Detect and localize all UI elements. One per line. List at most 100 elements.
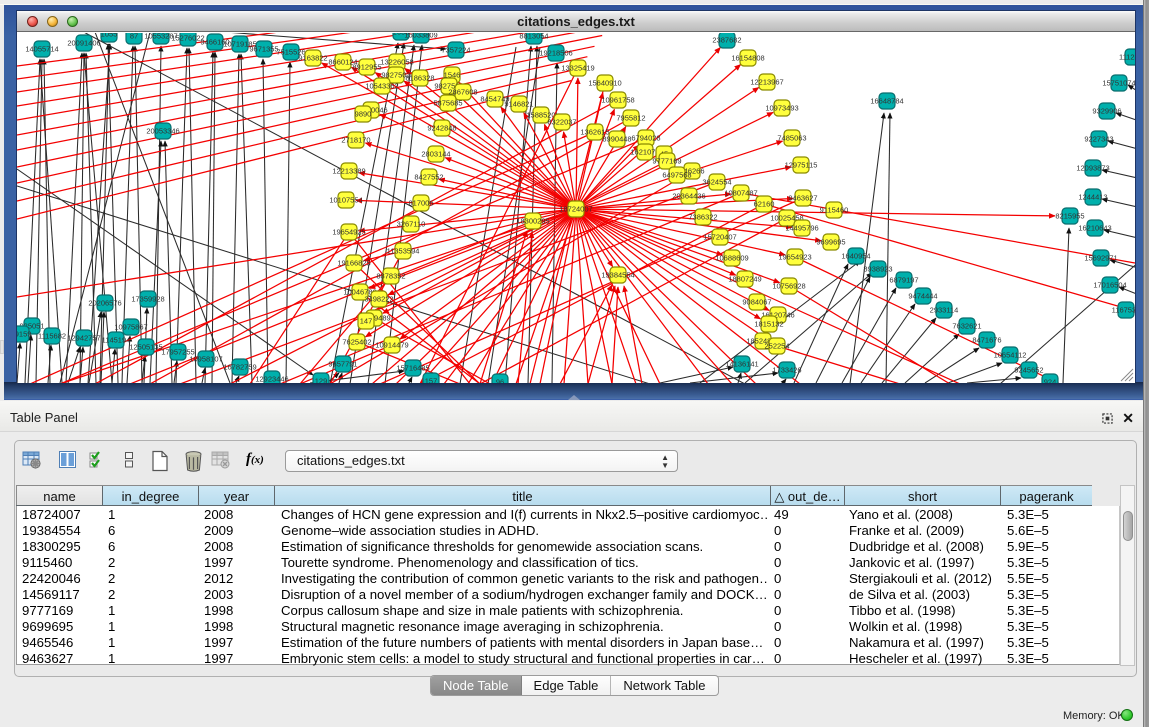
- svg-text:14055714: 14055714: [25, 45, 58, 54]
- svg-text:10961758: 10961758: [601, 96, 634, 105]
- svg-text:1244413: 1244413: [1078, 193, 1107, 202]
- svg-text:16033809: 16033809: [404, 33, 437, 40]
- svg-text:10688609: 10688609: [715, 254, 748, 263]
- svg-text:1621072: 1621072: [630, 148, 659, 157]
- svg-text:8938923: 8938923: [863, 265, 892, 274]
- svg-text:16782759: 16782759: [223, 363, 256, 372]
- svg-text:5875685: 5875685: [433, 99, 462, 108]
- svg-text:9699695: 9699695: [816, 238, 845, 247]
- svg-text:1733426: 1733426: [772, 366, 801, 375]
- svg-text:9084067: 9084067: [742, 298, 771, 307]
- svg-text:252254: 252254: [764, 342, 789, 351]
- svg-text:9329906: 9329906: [1092, 107, 1121, 116]
- svg-text:6497568: 6497568: [662, 171, 691, 180]
- svg-text:8215955: 8215955: [1055, 212, 1084, 221]
- svg-text:9777169: 9777169: [652, 157, 681, 166]
- svg-text:10958107: 10958107: [189, 355, 222, 364]
- svg-text:10914479: 10914479: [375, 341, 408, 350]
- svg-text:1112843: 1112843: [1119, 53, 1135, 62]
- svg-text:9163822: 9163822: [298, 54, 327, 63]
- svg-text:7632621: 7632621: [952, 322, 981, 331]
- svg-text:19654923: 19654923: [778, 253, 811, 262]
- svg-text:10654112: 10654112: [994, 351, 1027, 360]
- svg-text:12213967: 12213967: [750, 78, 783, 87]
- svg-text:14495796: 14495796: [785, 224, 818, 233]
- svg-text:9890: 9890: [355, 110, 372, 119]
- svg-text:10756928: 10756928: [772, 282, 805, 291]
- svg-text:9115460: 9115460: [820, 206, 849, 215]
- svg-text:9657791: 9657791: [328, 360, 357, 369]
- svg-text:13325419: 13325419: [561, 64, 594, 73]
- svg-text:1640954: 1640954: [841, 252, 870, 261]
- svg-text:12923446: 12923446: [255, 375, 288, 384]
- svg-text:6879197: 6879197: [889, 276, 918, 285]
- svg-text:12975115: 12975115: [785, 161, 818, 170]
- svg-text:16648784: 16648784: [870, 97, 903, 106]
- svg-text:20091406: 20091406: [67, 39, 100, 48]
- svg-text:6794028: 6794028: [631, 134, 660, 143]
- svg-text:8878352: 8878352: [376, 272, 405, 281]
- svg-text:8990448: 8990448: [602, 135, 631, 144]
- svg-text:19166825: 19166825: [337, 259, 370, 268]
- svg-text:10973493: 10973493: [765, 104, 798, 113]
- svg-text:8813054: 8813054: [519, 33, 548, 41]
- svg-text:62160: 62160: [754, 200, 775, 209]
- svg-text:817006: 817006: [408, 199, 433, 208]
- svg-text:19654925: 19654925: [332, 228, 365, 237]
- svg-text:129: 129: [315, 377, 328, 384]
- svg-text:19218506: 19218506: [539, 49, 572, 58]
- svg-text:157: 157: [425, 377, 438, 384]
- svg-text:87: 87: [130, 33, 138, 41]
- svg-text:1115682: 1115682: [38, 332, 66, 341]
- svg-text:15692971: 15692971: [1084, 254, 1117, 263]
- svg-text:17359928: 17359928: [131, 295, 164, 304]
- svg-text:9245652: 9245652: [1014, 366, 1043, 375]
- svg-text:2387682: 2387682: [712, 36, 741, 45]
- svg-text:9227343: 9227343: [1084, 135, 1113, 144]
- svg-text:15720407: 15720407: [703, 233, 736, 242]
- svg-text:16210643: 16210643: [1078, 224, 1111, 233]
- svg-text:20053346: 20053346: [146, 127, 179, 136]
- svg-text:14136141: 14136141: [725, 360, 758, 369]
- svg-text:15640910: 15640910: [588, 79, 621, 88]
- svg-text:9474444: 9474444: [908, 292, 937, 301]
- svg-text:924: 924: [1044, 378, 1057, 384]
- svg-text:10807487: 10807487: [724, 189, 757, 198]
- svg-text:7357224: 7357224: [441, 46, 470, 55]
- svg-text:16154808: 16154808: [731, 54, 764, 63]
- svg-text:8186328: 8186328: [405, 74, 434, 83]
- svg-text:17016504: 17016504: [1093, 281, 1126, 290]
- svg-text:13226058: 13226058: [380, 58, 413, 67]
- svg-text:3498222: 3498222: [364, 295, 393, 304]
- svg-text:8427552: 8427552: [414, 173, 443, 182]
- svg-text:39159: 39159: [17, 330, 31, 339]
- svg-text:11353594: 11353594: [387, 247, 420, 256]
- svg-text:2718170: 2718170: [341, 136, 370, 145]
- svg-text:3267110: 3267110: [397, 220, 426, 229]
- svg-text:15751074: 15751074: [1102, 79, 1135, 88]
- svg-text:10107554: 10107554: [329, 196, 362, 205]
- svg-text:7386322: 7386322: [688, 213, 717, 222]
- svg-text:8322037: 8322037: [547, 118, 576, 127]
- svg-text:7955812: 7955812: [616, 114, 645, 123]
- svg-text:1167533: 1167533: [1112, 306, 1135, 315]
- svg-text:10543362: 10543362: [365, 82, 398, 91]
- svg-text:15716485: 15716485: [396, 364, 429, 373]
- svg-text:3624554: 3624554: [702, 178, 731, 187]
- svg-text:19384554: 19384554: [601, 271, 634, 280]
- svg-text:20364436: 20364436: [672, 192, 705, 201]
- svg-text:12505135: 12505135: [129, 343, 162, 352]
- svg-text:20206576: 20206576: [88, 299, 121, 308]
- svg-text:18724007: 18724007: [559, 205, 592, 214]
- svg-text:7485063: 7485063: [777, 134, 806, 143]
- svg-text:2803144: 2803144: [421, 150, 450, 159]
- svg-text:1145194: 1145194: [102, 336, 131, 345]
- svg-text:7625402: 7625402: [342, 338, 371, 347]
- svg-text:12942757: 12942757: [67, 334, 100, 343]
- svg-text:96: 96: [496, 378, 504, 384]
- svg-text:10975867: 10975867: [114, 323, 147, 332]
- svg-text:1055: 1055: [101, 33, 118, 39]
- svg-text:12213389: 12213389: [332, 167, 365, 176]
- svg-text:8471676: 8471676: [972, 336, 1001, 345]
- svg-text:12093873: 12093873: [1076, 164, 1109, 173]
